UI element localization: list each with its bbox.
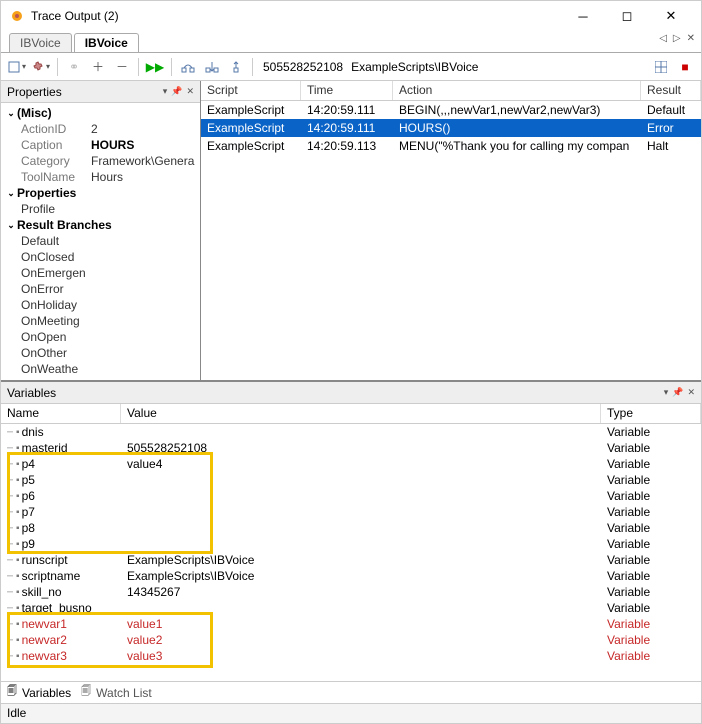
- col-time[interactable]: Time: [301, 81, 393, 100]
- panel-close-icon[interactable]: ✕: [186, 86, 194, 97]
- property-item[interactable]: Default: [5, 233, 196, 249]
- col-value[interactable]: Value: [121, 404, 601, 423]
- tab-close-icon[interactable]: ✕: [685, 33, 697, 44]
- property-item[interactable]: OnClosed: [5, 249, 196, 265]
- property-row[interactable]: CategoryFramework\Genera: [5, 153, 196, 169]
- watch-tab-icon: 🗐: [79, 686, 93, 700]
- panel-close-icon[interactable]: ✕: [687, 387, 695, 398]
- title-bar: Trace Output (2) ─ ◻ ✕: [1, 1, 701, 31]
- variables-panel: Variables ▾ 📌 ✕ Name Value Type ⋯▪dnisVa…: [1, 381, 701, 703]
- tab-watch-list[interactable]: 🗐 Watch List: [79, 686, 152, 700]
- app-icon: [9, 8, 25, 24]
- property-row[interactable]: CaptionHOURS: [5, 137, 196, 153]
- step-into-button[interactable]: [202, 57, 222, 77]
- tab-next-icon[interactable]: ▷: [671, 33, 683, 44]
- script-path: ExampleScripts\IBVoice: [351, 60, 478, 74]
- variable-row[interactable]: ⋯▪target_busnoVariable: [1, 600, 701, 616]
- properties-panel: Properties ▾ 📌 ✕ ⌄(Misc)ActionID2Caption…: [1, 81, 201, 380]
- panel-pin-icon[interactable]: 📌: [672, 387, 683, 398]
- col-action[interactable]: Action: [393, 81, 641, 100]
- tab-watch-label: Watch List: [96, 686, 152, 700]
- window-title: Trace Output (2): [31, 9, 561, 23]
- property-group[interactable]: ⌄Properties: [5, 185, 196, 201]
- property-group[interactable]: ⌄Result Branches: [5, 217, 196, 233]
- col-type[interactable]: Type: [601, 404, 701, 423]
- property-group[interactable]: ⌄(Misc): [5, 105, 196, 121]
- trace-panel: Script Time Action Result ExampleScript1…: [201, 81, 701, 380]
- panel-dropdown-icon[interactable]: ▾: [163, 86, 168, 97]
- variable-row[interactable]: ⋯▪newvar1value1Variable: [1, 616, 701, 632]
- trace-row[interactable]: ExampleScript14:20:59.113MENU("%Thank yo…: [201, 137, 701, 155]
- variable-row[interactable]: ⋯▪newvar2value2Variable: [1, 632, 701, 648]
- variables-title: Variables: [7, 386, 660, 400]
- new-button[interactable]: [7, 57, 27, 77]
- variable-row[interactable]: ⋯▪scriptnameExampleScripts\IBVoiceVariab…: [1, 568, 701, 584]
- variables-tab-icon: 🗐: [5, 686, 19, 700]
- session-id: 505528252108: [263, 60, 343, 74]
- step-out-button[interactable]: [226, 57, 246, 77]
- document-tabs: IBVoiceIBVoice ◁ ▷ ✕: [1, 31, 701, 53]
- tab-variables-label: Variables: [22, 686, 71, 700]
- variable-row[interactable]: ⋯▪p8Variable: [1, 520, 701, 536]
- variable-row[interactable]: ⋯▪runscriptExampleScripts\IBVoiceVariabl…: [1, 552, 701, 568]
- maximize-button[interactable]: ◻: [605, 2, 649, 30]
- property-item[interactable]: OnError: [5, 281, 196, 297]
- col-name[interactable]: Name: [1, 404, 121, 423]
- variable-row[interactable]: ⋯▪masterid505528252108Variable: [1, 440, 701, 456]
- minimize-button[interactable]: ─: [561, 2, 605, 30]
- step-over-button[interactable]: [178, 57, 198, 77]
- grid-button[interactable]: [651, 57, 671, 77]
- variable-row[interactable]: ⋯▪p7Variable: [1, 504, 701, 520]
- status-text: Idle: [7, 706, 26, 720]
- property-item[interactable]: OnWeathe: [5, 361, 196, 377]
- property-item[interactable]: OnOther: [5, 345, 196, 361]
- link-button[interactable]: ⚭: [64, 57, 84, 77]
- trace-row[interactable]: ExampleScript14:20:59.111BEGIN(,,,newVar…: [201, 101, 701, 119]
- tab-variables[interactable]: 🗐 Variables: [5, 686, 71, 700]
- property-item[interactable]: OnHoliday: [5, 297, 196, 313]
- status-bar: Idle: [1, 703, 701, 723]
- remove-button[interactable]: －: [112, 57, 132, 77]
- run-button[interactable]: ▶▶: [145, 57, 165, 77]
- toolbar: ⚭ ＋ － ▶▶ 505528252108 ExampleScripts\IBV…: [1, 53, 701, 81]
- property-row[interactable]: ToolNameHours: [5, 169, 196, 185]
- document-tab[interactable]: IBVoice: [9, 33, 72, 52]
- close-button[interactable]: ✕: [649, 2, 693, 30]
- stop-button[interactable]: ■: [675, 57, 695, 77]
- tools-button[interactable]: [31, 57, 51, 77]
- variable-row[interactable]: ⋯▪p9Variable: [1, 536, 701, 552]
- col-script[interactable]: Script: [201, 81, 301, 100]
- variable-row[interactable]: ⋯▪p4value4Variable: [1, 456, 701, 472]
- variable-row[interactable]: ⋯▪dnisVariable: [1, 424, 701, 440]
- col-result[interactable]: Result: [641, 81, 701, 100]
- trace-row[interactable]: ExampleScript14:20:59.111HOURS()Error: [201, 119, 701, 137]
- tab-prev-icon[interactable]: ◁: [657, 33, 669, 44]
- variable-row[interactable]: ⋯▪newvar3value3Variable: [1, 648, 701, 664]
- variable-row[interactable]: ⋯▪p5Variable: [1, 472, 701, 488]
- panel-dropdown-icon[interactable]: ▾: [664, 387, 669, 398]
- property-item[interactable]: OnEmergen: [5, 265, 196, 281]
- property-row[interactable]: ActionID2: [5, 121, 196, 137]
- property-item[interactable]: OnMeeting: [5, 313, 196, 329]
- variable-row[interactable]: ⋯▪p6Variable: [1, 488, 701, 504]
- property-item[interactable]: Profile: [5, 201, 196, 217]
- add-button[interactable]: ＋: [88, 57, 108, 77]
- document-tab[interactable]: IBVoice: [74, 33, 139, 52]
- property-item[interactable]: OnOpen: [5, 329, 196, 345]
- properties-title: Properties: [7, 85, 159, 99]
- panel-pin-icon[interactable]: 📌: [171, 86, 182, 97]
- variable-row[interactable]: ⋯▪skill_no14345267Variable: [1, 584, 701, 600]
